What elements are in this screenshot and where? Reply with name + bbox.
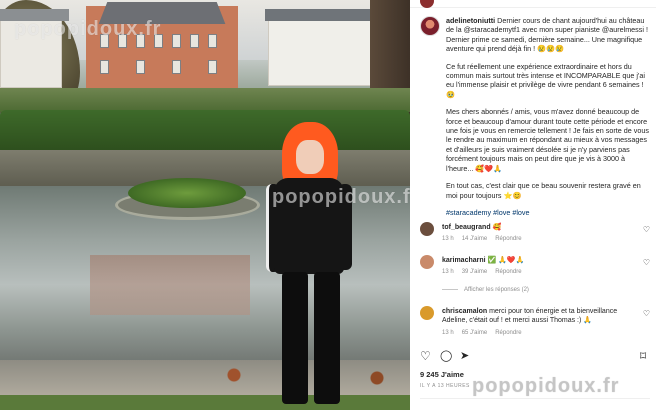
window: [190, 34, 199, 48]
watermark: popopidoux.fr: [272, 186, 410, 208]
commenter-username[interactable]: tof_beaugrand: [442, 224, 491, 231]
commenter-username[interactable]: karimacharni: [442, 257, 486, 264]
reply-button[interactable]: Répondre: [495, 236, 521, 242]
watermark: popopidoux.fr: [14, 18, 162, 40]
heart-icon[interactable]: ♡: [643, 309, 650, 318]
window: [208, 60, 217, 74]
comment-text: chriscamalon merci pour ton énergie et t…: [442, 307, 632, 325]
leg: [282, 272, 308, 404]
comment-time: 13 h: [442, 330, 454, 336]
caption-text: adelinetoniutti Dernier cours de chant a…: [446, 16, 654, 225]
caption-paragraph: Mes chers abonnés / amis, vous m'avez do…: [446, 107, 649, 173]
window: [172, 60, 181, 74]
hashtags[interactable]: #staracademy #love #love: [446, 208, 654, 217]
right-pavilion: [265, 9, 383, 86]
post-sidebar: adelinetoniutti Dernier cours de chant a…: [410, 0, 656, 410]
comment-body: ✅ 🙏❤️🙏: [487, 257, 525, 264]
likes-count[interactable]: 9 245 J'aime: [420, 370, 464, 379]
save-icon[interactable]: ⌑: [640, 350, 646, 362]
like-icon[interactable]: ♡: [420, 350, 431, 362]
avatar[interactable]: [420, 0, 434, 8]
author-avatar[interactable]: [420, 16, 440, 36]
woman-figure: [258, 122, 358, 410]
post-header: [410, 0, 656, 8]
comment-likes[interactable]: 39 J'aime: [462, 269, 488, 275]
post-photo[interactable]: popopidoux.fr popopidoux.fr: [0, 0, 410, 410]
heart-icon[interactable]: ♡: [643, 225, 650, 234]
comment-time: 13 h: [442, 236, 454, 242]
comment-text: tof_beaugrand 🥰: [442, 223, 632, 232]
caption-paragraph: Ce fut réellement une expérience extraor…: [446, 61, 645, 99]
island-plants: [128, 178, 246, 208]
reply-button[interactable]: Répondre: [495, 330, 521, 336]
commenter-avatar[interactable]: [420, 222, 434, 236]
window: [172, 34, 181, 48]
comment-likes[interactable]: 65 J'aime: [462, 330, 488, 336]
comment-meta: 13 h 14 J'aime Répondre: [442, 236, 530, 242]
reply-button[interactable]: Répondre: [495, 269, 521, 275]
window: [136, 60, 145, 74]
face: [296, 140, 324, 174]
heart-icon[interactable]: ♡: [643, 258, 650, 267]
post-time: IL Y A 13 HEURES: [420, 383, 470, 389]
commenter-username[interactable]: chriscamalon: [442, 308, 487, 315]
chateau-reflection: [90, 255, 250, 315]
comment-icon[interactable]: ◯: [440, 350, 452, 362]
share-icon[interactable]: ➤: [460, 350, 469, 362]
comment-text: karimacharni ✅ 🙏❤️🙏: [442, 256, 632, 265]
comment-meta: 13 h 65 J'aime Répondre: [442, 330, 530, 336]
action-bar: ♡ ◯ ➤ ⌑: [420, 350, 650, 364]
author-username[interactable]: adelinetoniutti: [446, 16, 495, 25]
leg: [314, 272, 340, 404]
watermark: popopidoux.fr: [472, 375, 620, 397]
window: [208, 34, 217, 48]
commenter-avatar[interactable]: [420, 255, 434, 269]
view-replies-link[interactable]: Afficher les réponses (2): [442, 287, 529, 293]
add-comment-area[interactable]: [420, 398, 650, 410]
window: [100, 60, 109, 74]
comment-meta: 13 h 39 J'aime Répondre: [442, 269, 530, 275]
comment-body: 🥰: [492, 224, 502, 231]
comment-time: 13 h: [442, 269, 454, 275]
comment-likes[interactable]: 14 J'aime: [462, 236, 488, 242]
lawn: [0, 88, 410, 112]
caption-paragraph: En tout cas, c'est clair que ce beau sou…: [446, 181, 641, 200]
commenter-avatar[interactable]: [420, 306, 434, 320]
